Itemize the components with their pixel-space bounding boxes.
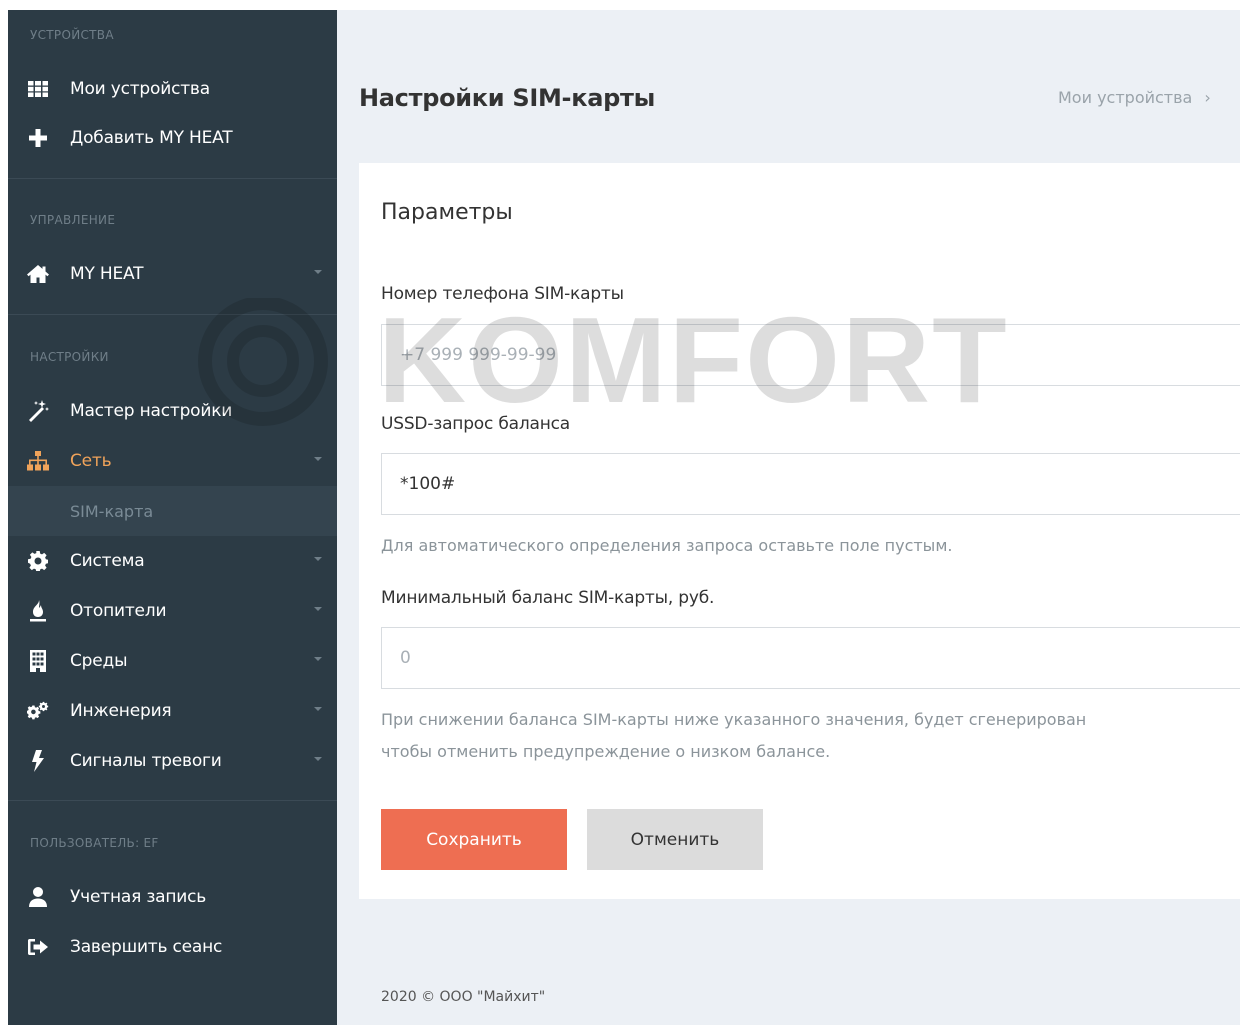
user-icon	[27, 886, 49, 908]
phone-label: Номер телефона SIM-карты	[381, 284, 624, 304]
page-title: Настройки SIM-карты	[359, 84, 655, 112]
sidebar-item-logout[interactable]: Завершить сеанс	[8, 924, 337, 970]
card-title: Параметры	[381, 200, 513, 225]
sidebar-item-label: Мои устройства	[70, 79, 210, 99]
ussd-hint: Для автоматического определения запроса …	[381, 536, 953, 555]
breadcrumb: Мои устройства ›	[1058, 88, 1211, 107]
section-header-user: ПОЛЬЗОВАТЕЛЬ: EF	[30, 836, 159, 850]
bolt-icon	[27, 750, 49, 772]
chevron-down-icon	[314, 707, 322, 711]
chevron-down-icon	[314, 457, 322, 461]
grid-icon	[27, 78, 49, 100]
sidebar-item-environments[interactable]: Среды	[8, 638, 337, 684]
fire-icon	[27, 600, 49, 622]
sidebar-item-myheat[interactable]: MY HEAT	[8, 251, 337, 297]
sidebar-item-engineering[interactable]: Инженерия	[8, 688, 337, 734]
min-balance-hint: При снижении баланса SIM-карты ниже указ…	[381, 704, 1240, 768]
chevron-down-icon	[314, 607, 322, 611]
app-frame: УСТРОЙСТВА Мои устройства Добавить MY HE…	[8, 10, 1240, 1025]
sidebar-item-account[interactable]: Учетная запись	[8, 874, 337, 920]
sidebar-item-label: Добавить MY HEAT	[70, 128, 233, 148]
min-balance-label: Минимальный баланс SIM-карты, руб.	[381, 588, 715, 608]
sidebar-item-heaters[interactable]: Отопители	[8, 588, 337, 634]
ussd-label: USSD-запрос баланса	[381, 414, 571, 434]
sidebar-item-label: Учетная запись	[70, 887, 207, 907]
sign-out-icon	[27, 936, 49, 958]
chevron-down-icon	[314, 270, 322, 274]
chevron-down-icon	[314, 557, 322, 561]
section-header-settings: НАСТРОЙКИ	[30, 350, 109, 364]
sitemap-icon	[27, 450, 49, 472]
sidebar-item-network[interactable]: Сеть	[8, 438, 337, 484]
sidebar-item-my-devices[interactable]: Мои устройства	[8, 66, 337, 112]
min-balance-hint-line: чтобы отменить предупреждение о низком б…	[381, 742, 831, 761]
sidebar-item-label: Мастер настройки	[70, 401, 233, 421]
min-balance-hint-line: При снижении баланса SIM-карты ниже указ…	[381, 710, 1087, 729]
settings-card: Параметры Номер телефона SIM-карты USSD-…	[359, 163, 1240, 899]
section-header-control: УПРАВЛЕНИЕ	[30, 213, 116, 227]
section-header-devices: УСТРОЙСТВА	[30, 28, 114, 42]
sidebar-item-label: Завершить сеанс	[70, 937, 223, 957]
gear-icon	[27, 550, 49, 572]
sidebar-subitem-label: SIM-карта	[70, 501, 154, 521]
breadcrumb-link-my-devices[interactable]: Мои устройства	[1058, 88, 1192, 107]
sidebar-item-alarms[interactable]: Сигналы тревоги	[8, 738, 337, 784]
sidebar-item-label: MY HEAT	[70, 264, 144, 284]
save-button[interactable]: Сохранить	[381, 809, 567, 870]
sidebar-item-label: Сигналы тревоги	[70, 751, 222, 771]
sidebar-item-system[interactable]: Система	[8, 538, 337, 584]
sidebar-divider	[8, 314, 337, 315]
magic-wand-icon	[27, 400, 49, 422]
building-icon	[27, 650, 49, 672]
sidebar-divider	[8, 178, 337, 179]
breadcrumb-separator: ›	[1204, 88, 1211, 107]
sidebar-item-add-myheat[interactable]: Добавить MY HEAT	[8, 115, 337, 161]
chevron-down-icon	[314, 657, 322, 661]
sidebar-item-wizard[interactable]: Мастер настройки	[8, 388, 337, 434]
footer-copyright: 2020 © ООО "Майхит"	[381, 989, 546, 1005]
sidebar-subitem-sim-card[interactable]: SIM-карта	[8, 486, 337, 536]
plus-icon	[27, 127, 49, 149]
min-balance-input[interactable]	[381, 627, 1240, 689]
cancel-button[interactable]: Отменить	[587, 809, 763, 870]
gears-icon	[27, 700, 49, 722]
sidebar-item-label: Среды	[70, 651, 128, 671]
chevron-down-icon	[314, 757, 322, 761]
sidebar-item-label: Сеть	[70, 451, 112, 471]
ussd-input[interactable]	[381, 453, 1240, 515]
phone-input[interactable]	[381, 324, 1240, 386]
sidebar-item-label: Отопители	[70, 601, 167, 621]
sidebar-divider	[8, 800, 337, 801]
sidebar: УСТРОЙСТВА Мои устройства Добавить MY HE…	[8, 10, 337, 1025]
home-icon	[27, 263, 49, 285]
sidebar-item-label: Система	[70, 551, 145, 571]
sidebar-item-label: Инженерия	[70, 701, 172, 721]
